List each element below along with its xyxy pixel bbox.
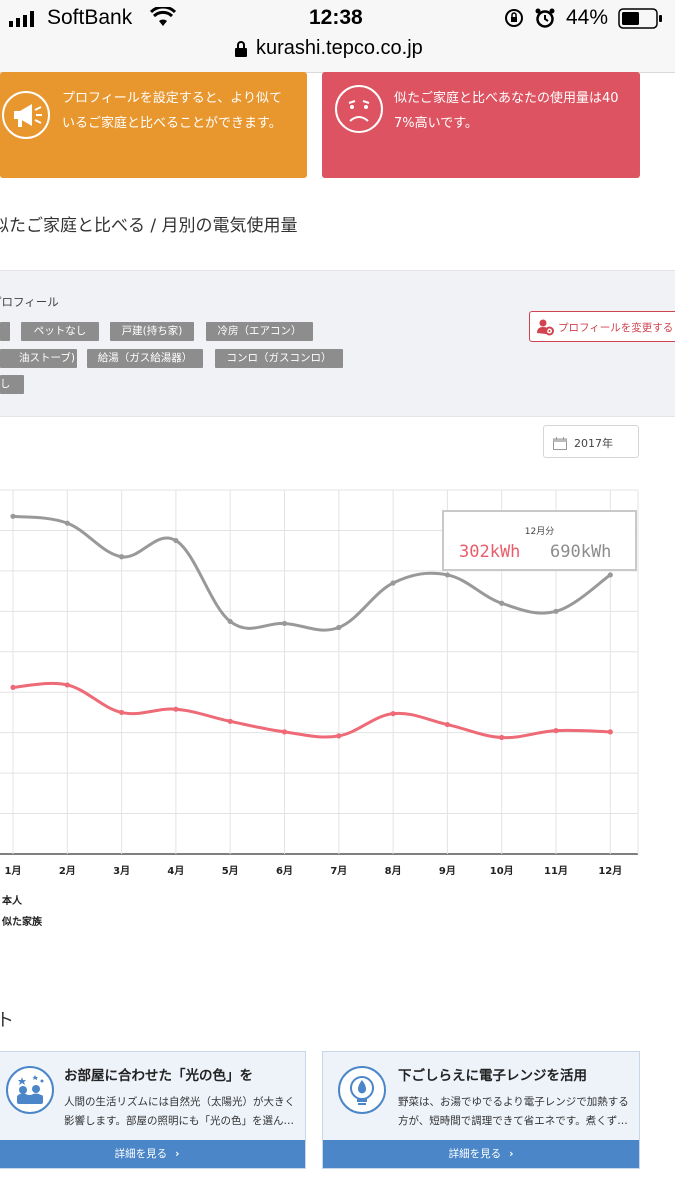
family-light-icon [5,1065,55,1115]
self-series-line [12,681,611,740]
usage-notice-card: 似たご家庭と比べあなたの使用量は40 7%高いです。 [322,72,640,178]
self-data-point[interactable] [336,733,342,739]
tip-detail-label: 詳細を見る [114,1148,168,1160]
rotation-lock-icon [504,8,524,28]
battery-percent: 44% [566,6,609,29]
profile-tag: 給湯（ガス給湯器） [87,349,203,368]
page-title: 似たご家庭と比べる / 月別の電気使用量 [0,216,298,236]
family-data-point[interactable] [10,513,16,519]
x-tick-label: 5月 [222,865,239,877]
profile-notice-line1: プロフィールを設定すると、より似て [62,91,282,106]
tip-body-line1: 人間の生活リズムには自然光（太陽光）が大きく [64,1096,295,1108]
self-data-point[interactable] [227,718,233,724]
tip-body-line1: 野菜は、お湯でゆでるより電子レンジで加熱する [398,1096,629,1108]
change-profile-button[interactable]: プロフィールを変更する [529,311,675,342]
change-profile-label: プロフィールを変更する [558,322,674,334]
chevron-right-icon: › [175,1148,180,1160]
profile-tag: 冷房（エアコン） [206,322,313,341]
family-data-point[interactable] [390,580,396,586]
tip-detail-label: 詳細を見る [448,1148,502,1160]
x-tick-label: 10月 [490,865,514,877]
tip-title: お部屋に合わせた「光の色」を [64,1068,253,1084]
profile-panel [0,270,675,417]
self-data-point[interactable] [119,709,125,716]
x-tick-label: 1月 [5,865,22,877]
url-bar[interactable]: kurashi.tepco.co.jp [256,37,423,60]
water-drop-icon [337,1065,387,1115]
megaphone-icon [1,90,51,140]
x-tick-label: 6月 [276,865,293,877]
self-data-point[interactable] [553,728,559,734]
tip-body-line2: 方が、短時間で調理できて省エネです。煮くず… [398,1115,628,1127]
self-data-point[interactable] [64,682,70,688]
profile-tag: コンロ（ガスコンロ） [215,349,343,368]
legend-self: 本人 [2,896,22,907]
self-data-point[interactable] [390,711,396,717]
tips-heading: ト [0,1010,14,1031]
tip-title: 下ごしらえに電子レンジを活用 [398,1068,587,1084]
x-tick-label: 7月 [330,865,347,877]
signal-icon [9,11,41,27]
chart-tooltip: 12月分 302kWh 690kWh [442,510,637,571]
tip-card-microwave[interactable]: 下ごしらえに電子レンジを活用 野菜は、お湯でゆでるより電子レンジで加熱する 方が… [322,1051,640,1169]
profile-tag: ペットなし [21,322,99,341]
family-data-point[interactable] [336,624,342,631]
tooltip-title: 12月分 [524,527,555,537]
family-data-point[interactable] [227,618,233,625]
profile-heading: プロフィール [0,295,59,309]
lock-icon [234,40,248,58]
self-data-point[interactable] [10,684,16,690]
tooltip-self-value: 302kWh [459,542,521,562]
family-data-point[interactable] [444,572,450,578]
tip-body-line2: 影響します。部屋の照明にも「光の色」を選ん… [64,1115,294,1127]
x-tick-label: 11月 [544,865,568,877]
usage-notice-line2: 7%高いです。 [394,116,478,131]
clock: 12:38 [309,6,363,29]
year-label: 2017年 [574,437,613,450]
x-tick-label: 9月 [439,865,456,877]
tip-card-light-color[interactable]: お部屋に合わせた「光の色」を 人間の生活リズムには自然光（太陽光）が大きく 影響… [0,1051,306,1169]
tooltip-family-value: 690kWh [550,542,612,562]
family-data-point[interactable] [607,572,613,578]
family-data-point[interactable] [64,520,70,526]
self-data-point[interactable] [499,734,505,741]
profile-tag: 油ストーブ) [0,349,77,368]
family-data-point[interactable] [553,608,559,614]
self-data-point[interactable] [444,721,450,728]
battery-icon [618,8,664,30]
x-tick-label: 2月 [59,865,76,877]
chevron-right-icon: › [509,1148,514,1160]
profile-tag: 戸建(持ち家) [110,322,194,341]
x-tick-label: 8月 [385,865,402,877]
profile-notice-line2: いるご家庭と比べることができます。 [62,116,282,131]
tip-detail-button[interactable]: 詳細を見る › [323,1140,639,1168]
legend-family: 似た家族 [2,917,42,928]
user-gear-icon [536,318,554,336]
x-tick-label: 4月 [167,865,184,877]
x-tick-label: 12月 [598,865,622,877]
profile-tag [0,322,10,341]
profile-notice-card[interactable]: プロフィールを設定すると、より似て いるご家庭と比べることができます。 [0,72,307,178]
self-data-point[interactable] [281,729,288,735]
self-data-point[interactable] [173,706,179,712]
carrier-name: SoftBank [47,6,133,29]
x-tick-label: 3月 [113,865,130,877]
usage-notice-line1: 似たご家庭と比べあなたの使用量は40 [394,91,619,106]
family-data-point[interactable] [173,537,179,544]
profile-tag: し [0,375,24,394]
sad-face-icon [334,84,384,134]
wifi-icon [149,5,177,27]
year-selector[interactable]: 2017年 [543,425,639,458]
family-data-point[interactable] [499,600,505,606]
family-data-point[interactable] [119,554,125,560]
alarm-icon [534,7,556,29]
calendar-icon [553,435,567,450]
browser-status-bar: SoftBank 12:38 44% kurashi.tepco.co.jp [0,0,675,73]
family-data-point[interactable] [281,620,288,627]
self-data-point[interactable] [607,729,613,735]
tip-detail-button[interactable]: 詳細を見る › [0,1140,305,1168]
